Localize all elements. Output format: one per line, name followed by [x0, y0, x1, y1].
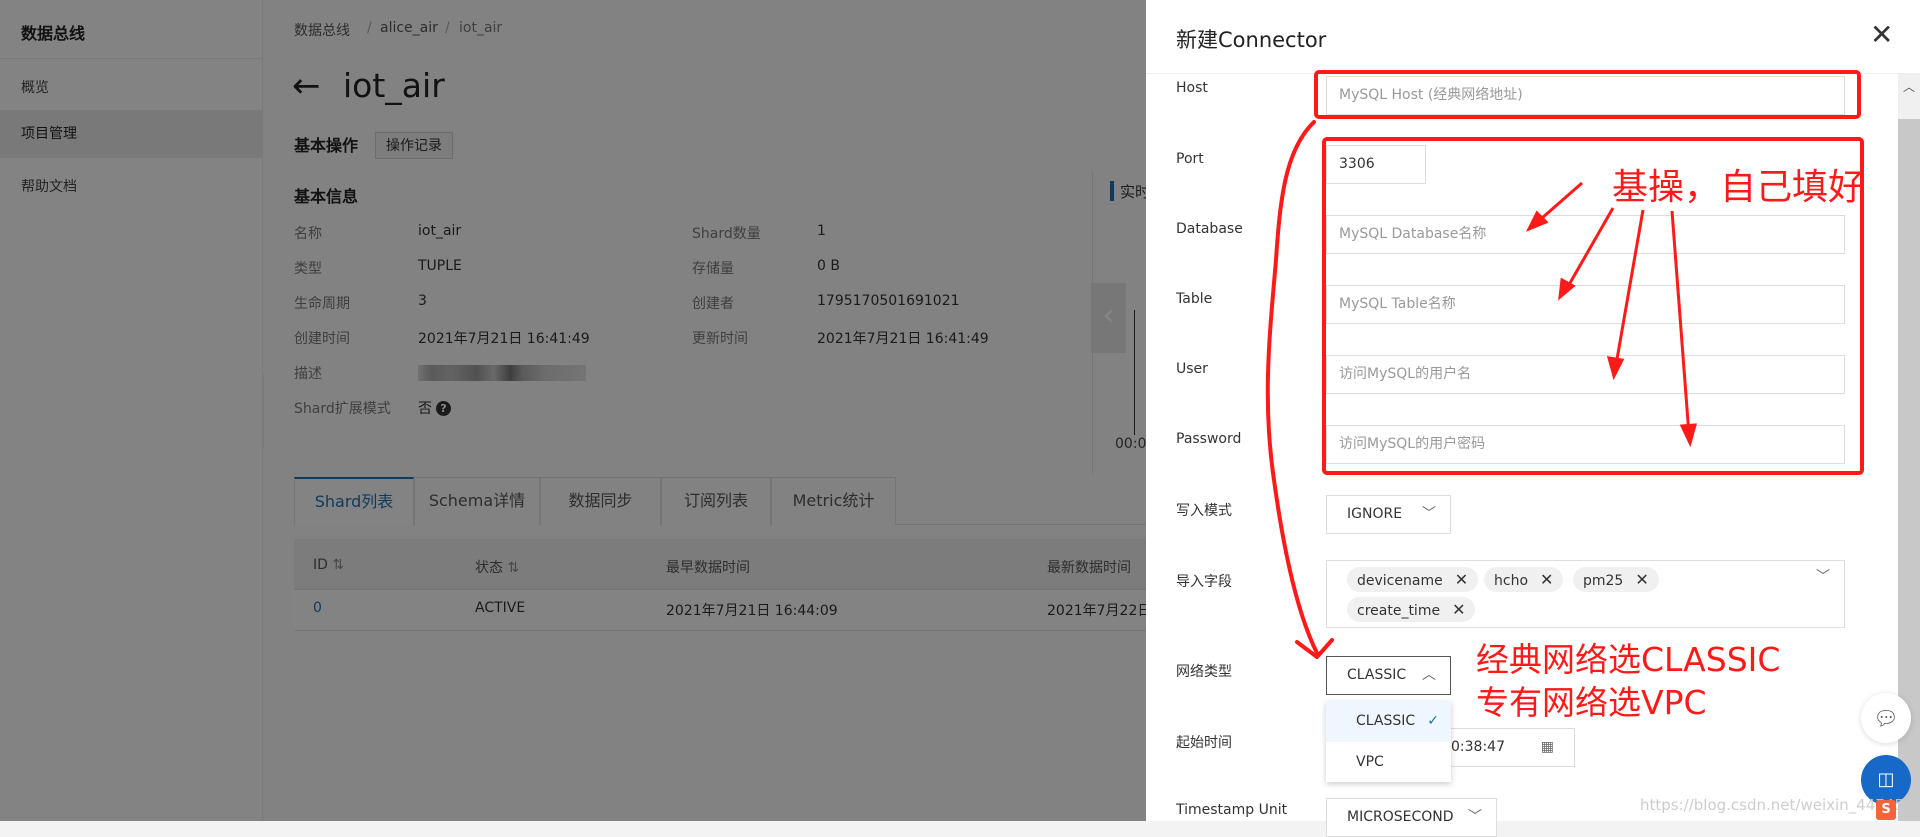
field-tag: devicename ✕ [1347, 567, 1479, 592]
close-icon[interactable]: ✕ [1870, 18, 1893, 51]
network-type-label: 网络类型 [1176, 664, 1232, 680]
field-tag: hcho ✕ [1484, 567, 1564, 592]
host-input[interactable]: MySQL Host (经典网络地址) [1326, 76, 1845, 115]
annotation-fill-note: 基操，自己填好 [1612, 167, 1865, 208]
field-tag: pm25 ✕ [1573, 567, 1659, 592]
port-input[interactable]: 3306 [1326, 145, 1426, 184]
scroll-up-icon[interactable]: ︿ [1903, 78, 1915, 95]
chevron-down-icon: ﹀ [1816, 569, 1830, 585]
user-label: User [1176, 361, 1208, 377]
modal-overlay[interactable] [0, 0, 1146, 821]
host-label: Host [1176, 80, 1208, 96]
import-fields-label: 导入字段 [1176, 574, 1232, 590]
drawer-title: 新建Connector [1176, 28, 1327, 52]
remove-tag-icon[interactable]: ✕ [1540, 570, 1553, 589]
remove-tag-icon[interactable]: ✕ [1635, 570, 1648, 589]
check-icon: ✓ [1427, 713, 1439, 729]
option-vpc[interactable]: VPC [1326, 742, 1451, 782]
timestamp-unit-select[interactable]: MICROSECOND ﹀ [1326, 798, 1497, 837]
chat-icon[interactable]: 💬︎ [1861, 693, 1911, 743]
password-label: Password [1176, 431, 1242, 447]
chevron-up-icon: ︿ [1422, 667, 1436, 683]
calendar-icon: ▦ [1540, 739, 1554, 755]
write-mode-label: 写入模式 [1176, 503, 1232, 519]
field-tag: create_time ✕ [1347, 597, 1476, 622]
chevron-down-icon: ﹀ [1422, 506, 1436, 522]
annotation-network-note-2: 专有网络选VPC [1476, 683, 1707, 722]
timestamp-unit-label: Timestamp Unit [1176, 802, 1288, 818]
network-type-select[interactable]: CLASSIC ︿ [1326, 656, 1451, 695]
port-label: Port [1176, 151, 1204, 167]
new-connector-drawer: 新建Connector ✕ ︿ Host MySQL Host (经典网络地址)… [1146, 0, 1920, 837]
password-input[interactable]: 访问MySQL的用户密码 [1326, 425, 1845, 464]
database-label: Database [1176, 221, 1243, 237]
chevron-down-icon: ﹀ [1468, 809, 1482, 825]
network-type-dropdown: CLASSIC ✓ VPC [1326, 701, 1451, 782]
csdn-logo-icon: S [1876, 800, 1896, 820]
table-label: Table [1176, 291, 1213, 307]
remove-tag-icon[interactable]: ✕ [1455, 570, 1468, 589]
annotation-network-note-1: 经典网络选CLASSIC [1476, 640, 1781, 679]
remove-tag-icon[interactable]: ✕ [1452, 600, 1465, 619]
start-time-label: 起始时间 [1176, 735, 1232, 751]
option-classic[interactable]: CLASSIC ✓ [1326, 701, 1451, 742]
table-input[interactable]: MySQL Table名称 [1326, 285, 1845, 324]
user-input[interactable]: 访问MySQL的用户名 [1326, 355, 1845, 394]
database-input[interactable]: MySQL Database名称 [1326, 215, 1845, 254]
write-mode-select[interactable]: IGNORE ﹀ [1326, 495, 1451, 534]
